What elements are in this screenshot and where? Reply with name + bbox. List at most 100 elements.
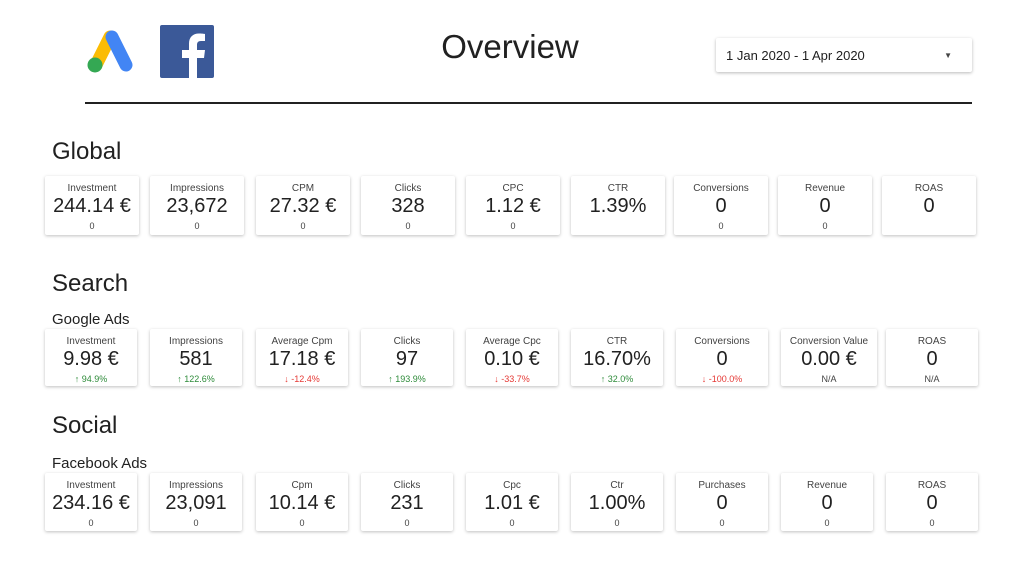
- metric-delta: 0: [778, 221, 872, 231]
- metric-value: 0: [716, 492, 728, 514]
- metric-delta: ↓ -33.7%: [466, 374, 558, 384]
- search-card-roas: ROAS 0 N/A: [886, 329, 978, 386]
- metric-value: 328: [391, 195, 425, 217]
- metric-value: 0: [926, 348, 938, 370]
- metric-label: Investment: [66, 480, 116, 491]
- metric-value: 9.98 €: [63, 348, 119, 370]
- metric-delta-value: 0: [718, 221, 724, 231]
- date-range-value: 1 Jan 2020 - 1 Apr 2020: [726, 47, 865, 63]
- metric-delta-value: 0: [824, 518, 830, 528]
- metric-delta-value: N/A: [821, 374, 837, 384]
- metric-delta: 0: [676, 518, 768, 528]
- metric-value: 17.18 €: [268, 348, 336, 370]
- metric-label: Investment: [67, 183, 117, 194]
- global-card-impressions: Impressions 23,672 0: [150, 176, 244, 235]
- metric-delta: ↑ 122.6%: [150, 374, 242, 384]
- metric-delta: 0: [466, 221, 560, 231]
- metric-delta: 0: [781, 518, 873, 528]
- metric-delta: ↑ 193.9%: [361, 374, 453, 384]
- metric-delta-value: 0: [300, 221, 306, 231]
- metric-delta-value: 0: [88, 518, 94, 528]
- metric-label: ROAS: [917, 480, 947, 491]
- metric-label: Clicks: [393, 336, 421, 347]
- metric-label: Investment: [66, 336, 116, 347]
- arrow-up-icon: ↑: [600, 374, 608, 384]
- metric-label: CTR: [607, 183, 629, 194]
- metric-delta: 0: [150, 518, 242, 528]
- page-title: Overview: [441, 28, 579, 65]
- google-ads-logo: [87, 30, 133, 73]
- search-card-conversion-value: Conversion Value 0.00 € N/A: [781, 329, 877, 386]
- metric-label: Clicks: [394, 183, 422, 194]
- metric-value: 23,091: [165, 492, 227, 514]
- metric-delta-value: 0: [193, 518, 199, 528]
- metric-label: Purchases: [698, 480, 746, 491]
- metric-delta: N/A: [781, 374, 877, 384]
- global-card-roas: ROAS 0: [882, 176, 976, 235]
- metric-delta: 0: [886, 518, 978, 528]
- metric-delta-value: 193.9%: [395, 374, 426, 384]
- metric-label: CPC: [502, 183, 524, 194]
- social-card-clicks: Clicks 231 0: [361, 473, 453, 531]
- global-card-clicks: Clicks 328 0: [361, 176, 455, 235]
- search-card-impressions: Impressions 581 ↑ 122.6%: [150, 329, 242, 386]
- social-card-investment: Investment 234.16 € 0: [45, 473, 137, 531]
- metric-delta: 0: [256, 518, 348, 528]
- metric-delta-value: 0: [929, 518, 935, 528]
- social-card-cpm: Cpm 10.14 € 0: [256, 473, 348, 531]
- search-card-average-cpm: Average Cpm 17.18 € ↓ -12.4%: [256, 329, 348, 386]
- metric-label: Impressions: [169, 480, 223, 491]
- social-card-purchases: Purchases 0 0: [676, 473, 768, 531]
- section-title-social: Social: [52, 412, 118, 439]
- global-card-investment: Investment 244.14 € 0: [45, 176, 139, 235]
- arrow-up-icon: ↑: [74, 374, 82, 384]
- social-card-roas: ROAS 0 0: [886, 473, 978, 531]
- metric-delta-value: N/A: [924, 374, 940, 384]
- metric-delta: ↑ 32.0%: [571, 374, 663, 384]
- metric-delta-value: 0: [510, 221, 516, 231]
- metric-delta: 0: [361, 221, 455, 231]
- metric-value: 0: [923, 195, 935, 217]
- header-divider: [85, 102, 972, 104]
- metric-value: 0: [716, 348, 728, 370]
- date-range-select[interactable]: 1 Jan 2020 - 1 Apr 2020 ▼: [716, 38, 972, 72]
- metric-delta: 0: [45, 221, 139, 231]
- metric-delta-value: 122.6%: [184, 374, 215, 384]
- global-card-conversions: Conversions 0 0: [674, 176, 768, 235]
- metric-label: Ctr: [610, 480, 624, 491]
- metric-delta-value: 32.0%: [607, 374, 634, 384]
- metric-label: CTR: [606, 336, 628, 347]
- search-card-investment: Investment 9.98 € ↑ 94.9%: [45, 329, 137, 386]
- metric-delta: 0: [45, 518, 137, 528]
- section-title-search: Search: [52, 270, 129, 297]
- section-title-global: Global: [52, 138, 122, 165]
- metric-delta-value: 0: [194, 221, 200, 231]
- metric-delta-value: 0: [822, 221, 828, 231]
- metric-delta-value: -100.0%: [708, 374, 743, 384]
- metric-value: 10.14 €: [268, 492, 336, 514]
- arrow-down-icon: ↓: [701, 374, 709, 384]
- metric-delta-value: 0: [509, 518, 515, 528]
- metric-label: Cpm: [291, 480, 313, 491]
- metric-label: Average Cpc: [483, 336, 541, 347]
- facebook-logo: [160, 25, 214, 78]
- metric-label: Impressions: [170, 183, 224, 194]
- metric-value: 0.00 €: [801, 348, 857, 370]
- metric-label: Conversion Value: [789, 336, 869, 347]
- metric-delta-value: -33.7%: [501, 374, 530, 384]
- metric-delta: 0: [361, 518, 453, 528]
- social-card-impressions: Impressions 23,091 0: [150, 473, 242, 531]
- metric-delta: 0: [571, 518, 663, 528]
- metric-value: 23,672: [166, 195, 228, 217]
- metric-delta: 0: [674, 221, 768, 231]
- metric-label: Conversions: [694, 336, 750, 347]
- social-card-cpc: Cpc 1.01 € 0: [466, 473, 558, 531]
- metric-value: 16.70%: [583, 348, 651, 370]
- metric-value: 27.32 €: [269, 195, 337, 217]
- search-card-clicks: Clicks 97 ↑ 193.9%: [361, 329, 453, 386]
- metric-label: Conversions: [693, 183, 749, 194]
- metric-value: 1.39%: [589, 195, 647, 217]
- metric-delta: N/A: [886, 374, 978, 384]
- metric-label: Impressions: [169, 336, 223, 347]
- metric-value: 0: [926, 492, 938, 514]
